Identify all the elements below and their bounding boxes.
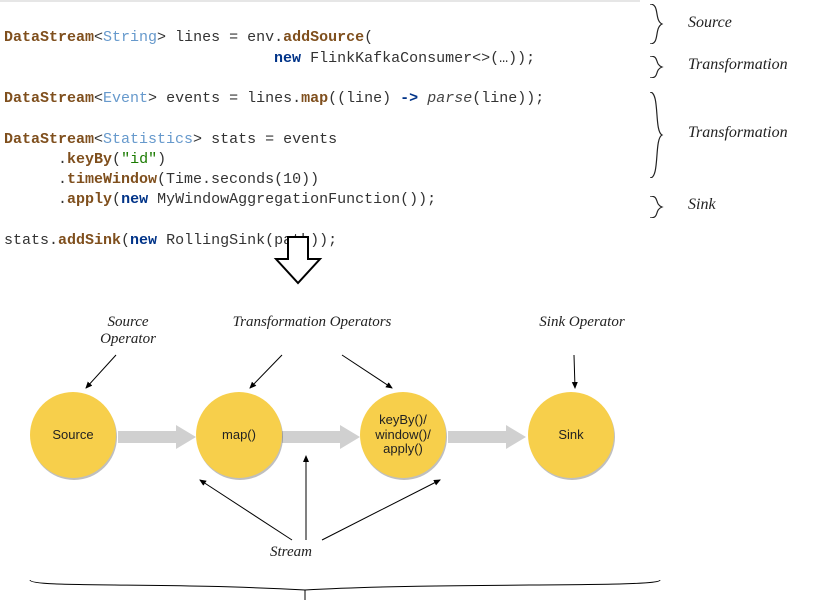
annotation-trans1: Transformation: [688, 56, 788, 74]
annotation-trans2: Transformation: [688, 124, 788, 142]
node-sink: Sink: [528, 392, 614, 478]
node-map: map(): [196, 392, 282, 478]
brace-trans1: [648, 56, 672, 78]
stream-arrow-2: [282, 422, 362, 452]
brace-sink: [648, 196, 672, 218]
pipeline-diagram: Source Operator Transformation Operators…: [0, 300, 700, 606]
node-source: Source: [30, 392, 116, 478]
stream-arrow-3: [448, 422, 528, 452]
stream-arrow-1: [118, 422, 198, 452]
annotation-source: Source: [688, 14, 732, 32]
brace-source: [648, 4, 672, 44]
brace-trans2: [648, 92, 672, 178]
annotation-sink: Sink: [688, 196, 716, 214]
down-arrow-icon: [270, 233, 326, 289]
code-block: DataStream<String> lines = env.addSource…: [0, 0, 640, 257]
node-keyby: keyBy()/ window()/ apply(): [360, 392, 446, 478]
label-stream: Stream: [270, 544, 312, 561]
